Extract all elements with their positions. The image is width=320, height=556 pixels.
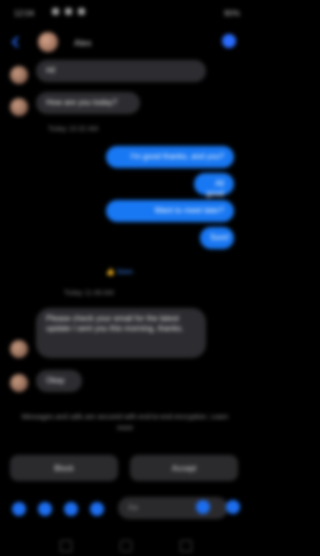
camera-icon[interactable] [38,502,52,516]
call-icon[interactable] [222,34,236,48]
message-incoming[interactable]: Please check your email for the latest u… [36,308,206,358]
system-nav-bar [0,530,250,556]
encryption-notice: Messages and calls are secured with end-… [21,414,229,432]
message-outgoing[interactable]: I'm good thanks, and you? [106,146,234,168]
contact-name[interactable]: Alex [74,38,92,48]
timestamp-divider: Today 11:48 AM [64,290,114,297]
message-incoming[interactable]: Hi! [36,60,206,82]
chat-header: Alex [0,28,250,58]
notification-icon [65,8,72,15]
message-text: Want to meet later? [154,206,224,215]
message-text: Sure! [210,233,230,242]
avatar[interactable] [10,340,28,358]
message-incoming[interactable]: How are you today? [36,92,140,114]
battery-level: 90% [223,9,240,18]
like-icon[interactable] [226,500,240,514]
menu-icon[interactable] [12,502,26,516]
avatar[interactable] [10,98,28,116]
gallery-icon[interactable] [64,502,78,516]
microphone-icon[interactable] [90,502,104,516]
message-outgoing[interactable]: All good [194,173,234,198]
avatar[interactable] [10,374,28,392]
back-icon[interactable] [180,540,192,552]
message-text: Please check your email for the latest u… [46,314,184,333]
status-bar: 12:04 90% [0,0,250,28]
message-text: Hi! [46,66,56,75]
accept-button[interactable]: Accept [130,455,238,481]
home-icon[interactable] [120,540,132,552]
message-outgoing[interactable]: Want to meet later? [106,200,234,222]
avatar[interactable] [10,66,28,84]
block-button[interactable]: Block [10,455,118,481]
message-outgoing[interactable]: Sure! [200,227,234,249]
emoji-icon[interactable] [196,500,210,514]
message-input[interactable]: Aa [118,497,228,519]
status-time: 12:04 [14,9,35,18]
message-incoming[interactable]: Okay [36,370,82,392]
message-text: I'm good thanks, and you? [130,152,224,161]
back-arrow-icon[interactable] [10,36,22,48]
message-text: How are you today? [46,98,118,107]
seen-indicator: 👍 Seen [106,269,134,276]
notification-icon [52,8,59,15]
notification-icon [78,8,85,15]
message-text: Okay [46,376,65,385]
timestamp-divider: Today 10:32 AM [48,126,99,133]
composer-bar: Aa [0,494,250,524]
recent-apps-icon[interactable] [60,540,72,552]
status-notification-icons [52,8,85,15]
message-text: All good [206,179,224,198]
avatar[interactable] [38,32,58,52]
